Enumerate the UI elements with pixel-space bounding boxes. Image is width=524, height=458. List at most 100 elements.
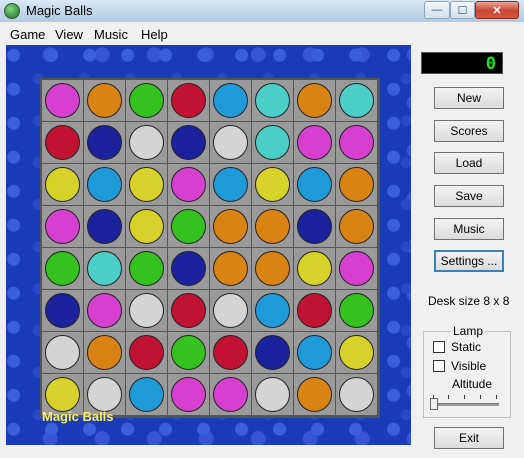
- ball[interactable]: [339, 125, 374, 160]
- board-cell[interactable]: [42, 332, 84, 374]
- board-cell[interactable]: [210, 80, 252, 122]
- board-cell[interactable]: [252, 374, 294, 416]
- board-cell[interactable]: [168, 206, 210, 248]
- ball[interactable]: [87, 251, 122, 286]
- ball[interactable]: [171, 251, 206, 286]
- board-cell[interactable]: [126, 248, 168, 290]
- board-cell[interactable]: [210, 374, 252, 416]
- ball[interactable]: [255, 335, 290, 370]
- menu-music[interactable]: Music: [94, 27, 128, 42]
- board-cell[interactable]: [210, 248, 252, 290]
- board-cell[interactable]: [336, 290, 378, 332]
- ball[interactable]: [255, 377, 290, 412]
- board-cell[interactable]: [252, 122, 294, 164]
- static-checkbox[interactable]: [433, 341, 445, 353]
- ball[interactable]: [339, 209, 374, 244]
- altitude-slider-track[interactable]: [433, 403, 499, 406]
- minimize-button[interactable]: —: [424, 1, 450, 19]
- ball[interactable]: [339, 251, 374, 286]
- board-cell[interactable]: [42, 80, 84, 122]
- board-cell[interactable]: [84, 206, 126, 248]
- board-cell[interactable]: [294, 164, 336, 206]
- board-cell[interactable]: [126, 122, 168, 164]
- board-cell[interactable]: [84, 122, 126, 164]
- board-cell[interactable]: [168, 80, 210, 122]
- visible-checkbox[interactable]: [433, 360, 445, 372]
- altitude-slider-thumb[interactable]: [430, 398, 438, 410]
- board-cell[interactable]: [336, 248, 378, 290]
- board-cell[interactable]: [336, 164, 378, 206]
- ball[interactable]: [45, 125, 80, 160]
- board-cell[interactable]: [168, 374, 210, 416]
- ball[interactable]: [45, 251, 80, 286]
- board-cell[interactable]: [84, 164, 126, 206]
- ball[interactable]: [87, 377, 122, 412]
- ball[interactable]: [297, 83, 332, 118]
- ball[interactable]: [87, 209, 122, 244]
- ball[interactable]: [297, 125, 332, 160]
- board-cell[interactable]: [336, 122, 378, 164]
- board-cell[interactable]: [168, 332, 210, 374]
- ball[interactable]: [213, 377, 248, 412]
- ball[interactable]: [45, 335, 80, 370]
- ball[interactable]: [297, 209, 332, 244]
- ball[interactable]: [213, 209, 248, 244]
- board-cell[interactable]: [42, 164, 84, 206]
- board-cell[interactable]: [252, 164, 294, 206]
- ball[interactable]: [87, 125, 122, 160]
- ball[interactable]: [87, 167, 122, 202]
- board-cell[interactable]: [336, 332, 378, 374]
- ball[interactable]: [129, 377, 164, 412]
- board-cell[interactable]: [126, 290, 168, 332]
- board-cell[interactable]: [294, 332, 336, 374]
- board-cell[interactable]: [84, 248, 126, 290]
- menu-game[interactable]: Game: [10, 27, 45, 42]
- ball[interactable]: [171, 209, 206, 244]
- board-cell[interactable]: [210, 206, 252, 248]
- ball[interactable]: [87, 83, 122, 118]
- board-cell[interactable]: [252, 248, 294, 290]
- board-cell[interactable]: [210, 122, 252, 164]
- board-cell[interactable]: [168, 248, 210, 290]
- board-cell[interactable]: [336, 206, 378, 248]
- menu-help[interactable]: Help: [141, 27, 168, 42]
- ball[interactable]: [339, 335, 374, 370]
- board-cell[interactable]: [126, 332, 168, 374]
- ball[interactable]: [213, 83, 248, 118]
- ball[interactable]: [129, 209, 164, 244]
- ball[interactable]: [171, 83, 206, 118]
- ball[interactable]: [129, 83, 164, 118]
- board-cell[interactable]: [294, 248, 336, 290]
- scores-button[interactable]: Scores: [434, 120, 504, 142]
- ball[interactable]: [339, 83, 374, 118]
- board-cell[interactable]: [294, 122, 336, 164]
- ball[interactable]: [45, 83, 80, 118]
- board-cell[interactable]: [294, 80, 336, 122]
- ball[interactable]: [129, 167, 164, 202]
- board-cell[interactable]: [42, 290, 84, 332]
- ball[interactable]: [297, 293, 332, 328]
- ball[interactable]: [129, 251, 164, 286]
- ball[interactable]: [339, 377, 374, 412]
- ball[interactable]: [171, 167, 206, 202]
- board-cell[interactable]: [336, 374, 378, 416]
- ball[interactable]: [129, 125, 164, 160]
- board-cell[interactable]: [294, 290, 336, 332]
- board-cell[interactable]: [252, 332, 294, 374]
- ball[interactable]: [297, 167, 332, 202]
- ball[interactable]: [255, 293, 290, 328]
- ball[interactable]: [297, 377, 332, 412]
- board-cell[interactable]: [126, 164, 168, 206]
- board-cell[interactable]: [210, 332, 252, 374]
- board-cell[interactable]: [42, 248, 84, 290]
- ball[interactable]: [255, 209, 290, 244]
- save-button[interactable]: Save: [434, 185, 504, 207]
- board-cell[interactable]: [126, 374, 168, 416]
- ball[interactable]: [213, 293, 248, 328]
- board-cell[interactable]: [42, 206, 84, 248]
- board-cell[interactable]: [168, 122, 210, 164]
- board-cell[interactable]: [210, 164, 252, 206]
- exit-button[interactable]: Exit: [434, 427, 504, 449]
- board-cell[interactable]: [252, 206, 294, 248]
- board-cell[interactable]: [126, 80, 168, 122]
